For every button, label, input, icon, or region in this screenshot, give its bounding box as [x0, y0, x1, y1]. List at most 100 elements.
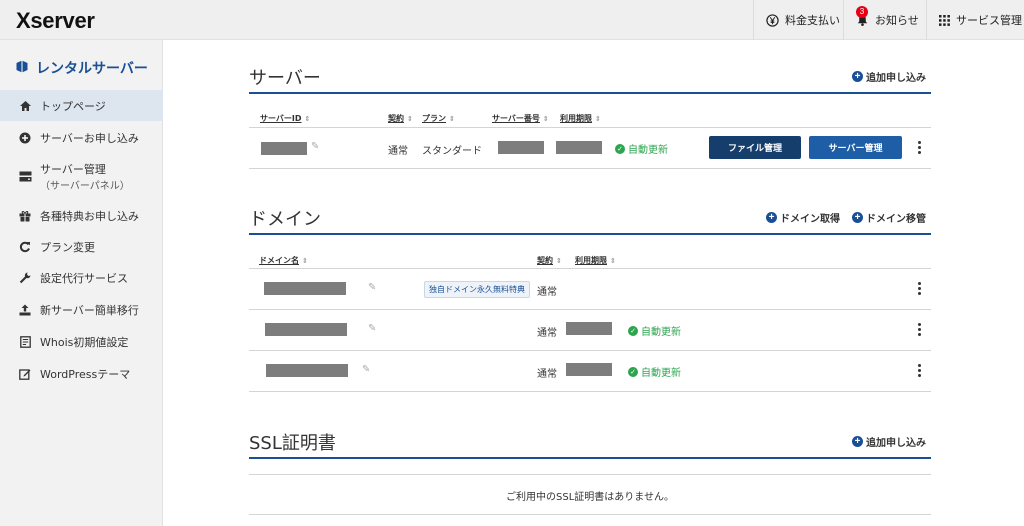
- server-plan: スタンダード: [422, 146, 482, 157]
- domain-more-menu[interactable]: [917, 282, 921, 297]
- sidebar-item-benefits[interactable]: 各種特典お申し込み: [0, 200, 163, 231]
- ssl-empty-message: ご利用中のSSL証明書はありません。: [506, 492, 674, 503]
- masked-domain-expiry: [566, 363, 612, 376]
- free-domain-tag: 独自ドメイン永久無料特典: [424, 281, 530, 298]
- pencil-icon[interactable]: ✎: [368, 323, 376, 334]
- domain-contract: 通常: [537, 328, 557, 339]
- sidebar-item-setup-service[interactable]: 設定代行サービス: [0, 262, 163, 293]
- sidebar-item-label: Whois初期値設定: [40, 335, 129, 349]
- server-section-divider: [249, 92, 931, 94]
- col-server-contract[interactable]: 契約 ⇕: [388, 113, 413, 124]
- document-icon: [18, 335, 32, 348]
- col-domain-expiry[interactable]: 利用期限 ⇕: [575, 255, 616, 266]
- sidebar-item-server-order[interactable]: サーバーお申し込み: [0, 122, 163, 153]
- domain-acquire-label: ドメイン取得: [780, 214, 840, 225]
- plus-circle-icon: +: [852, 212, 863, 223]
- plus-circle-icon: +: [852, 71, 863, 82]
- col-server-number[interactable]: サーバー番号 ⇕: [492, 113, 549, 124]
- col-server-expiry[interactable]: 利用期限 ⇕: [560, 113, 601, 124]
- wrench-icon: [18, 272, 32, 284]
- ssl-header-divider: [249, 474, 931, 475]
- domain-section-divider: [249, 233, 931, 235]
- domain-section-title: ドメイン: [249, 209, 321, 230]
- sidebar-item-plan-change[interactable]: プラン変更: [0, 231, 163, 262]
- pencil-icon[interactable]: ✎: [368, 282, 376, 293]
- domain-more-menu[interactable]: [917, 323, 921, 338]
- col-domain-name[interactable]: ドメイン名 ⇕: [259, 255, 308, 266]
- server-panel-button[interactable]: サーバー管理: [809, 136, 902, 159]
- col-domain-contract[interactable]: 契約 ⇕: [537, 255, 562, 266]
- file-manager-button[interactable]: ファイル管理: [709, 136, 801, 159]
- col-label: サーバー番号: [492, 114, 540, 123]
- server-more-menu[interactable]: [917, 141, 921, 156]
- masked-domain-name: [265, 323, 347, 336]
- service-menu-button[interactable]: サービス管理: [926, 0, 1024, 40]
- sidebar-item-label: サーバーお申し込み: [40, 131, 139, 145]
- edit-icon: [18, 368, 32, 380]
- pencil-icon[interactable]: ✎: [311, 141, 319, 152]
- pencil-icon[interactable]: ✎: [362, 364, 370, 375]
- col-server-id[interactable]: サーバーID ⇕: [260, 113, 310, 124]
- yen-icon: [766, 13, 779, 27]
- sidebar-item-label: 設定代行サービス: [40, 271, 128, 285]
- ssl-row-divider: [249, 514, 931, 515]
- col-label: 契約: [388, 114, 404, 123]
- server-add-button[interactable]: + 追加申し込み: [852, 69, 926, 84]
- payment-button[interactable]: 料金支払い: [753, 0, 843, 40]
- auto-renew-label: 自動更新: [641, 368, 681, 379]
- sort-icon: ⇕: [595, 115, 601, 123]
- col-label: ドメイン名: [259, 256, 299, 265]
- check-circle-icon: ✓: [615, 143, 625, 154]
- sort-icon: ⇕: [407, 115, 413, 123]
- server-row-divider: [249, 168, 931, 169]
- notice-button[interactable]: 3 お知らせ: [843, 0, 926, 40]
- server-header-divider: [249, 127, 931, 128]
- sort-icon: ⇕: [302, 257, 308, 265]
- ssl-section-divider: [249, 457, 931, 459]
- notice-count-badge: 3: [856, 6, 868, 18]
- refresh-icon: [18, 241, 32, 253]
- grid-icon: [939, 14, 950, 26]
- sidebar-item-top[interactable]: トップページ: [0, 90, 163, 121]
- col-server-plan[interactable]: プラン ⇕: [422, 113, 455, 124]
- domain-contract: 通常: [537, 287, 557, 298]
- ssl-section-title: SSL証明書: [249, 433, 336, 454]
- sort-icon: ⇕: [542, 115, 549, 123]
- sidebar-item-wordpress-theme[interactable]: WordPressテーマ: [0, 358, 163, 389]
- domain-transfer-label: ドメイン移管: [866, 214, 926, 225]
- sidebar-item-label: 各種特典お申し込み: [40, 209, 139, 223]
- domain-header-divider: [249, 268, 931, 269]
- notice-label: お知らせ: [875, 14, 919, 27]
- domain-row-divider: [249, 309, 931, 310]
- sort-icon: ⇕: [304, 115, 311, 123]
- sort-icon: ⇕: [610, 257, 616, 265]
- sort-icon: ⇕: [449, 115, 455, 123]
- domain-contract: 通常: [537, 369, 557, 380]
- domain-acquire-button[interactable]: + ドメイン取得: [766, 210, 840, 225]
- server-section-title: サーバー: [249, 68, 321, 89]
- sidebar-item-migration[interactable]: 新サーバー簡単移行: [0, 294, 163, 325]
- sidebar-item-whois[interactable]: Whois初期値設定: [0, 326, 163, 357]
- ssl-add-button[interactable]: + 追加申し込み: [852, 434, 926, 449]
- col-label: サーバーID: [260, 114, 302, 123]
- server-add-label: 追加申し込み: [866, 73, 926, 84]
- xserver-logo[interactable]: Xserver: [16, 8, 95, 34]
- domain-more-menu[interactable]: [917, 364, 921, 379]
- sidebar-item-label: WordPressテーマ: [40, 367, 131, 381]
- auto-renew-label: 自動更新: [641, 327, 681, 338]
- col-label: 契約: [537, 256, 553, 265]
- masked-server-expiry: [556, 141, 602, 154]
- sidebar-title[interactable]: レンタルサーバー: [16, 58, 148, 78]
- home-icon: [18, 100, 32, 112]
- check-circle-icon: ✓: [628, 325, 638, 336]
- col-label: プラン: [422, 114, 446, 123]
- masked-domain-name: [266, 364, 348, 377]
- masked-server-number: [498, 141, 544, 154]
- server-contract: 通常: [388, 146, 408, 157]
- gift-icon: [18, 210, 32, 222]
- domain-transfer-button[interactable]: + ドメイン移管: [852, 210, 926, 225]
- sidebar-title-label: レンタルサーバー: [36, 61, 148, 77]
- sidebar-item-server-panel[interactable]: サーバー管理 （サーバーパネル）: [0, 158, 163, 194]
- upload-icon: [18, 304, 32, 316]
- auto-renew-label: 自動更新: [628, 145, 668, 156]
